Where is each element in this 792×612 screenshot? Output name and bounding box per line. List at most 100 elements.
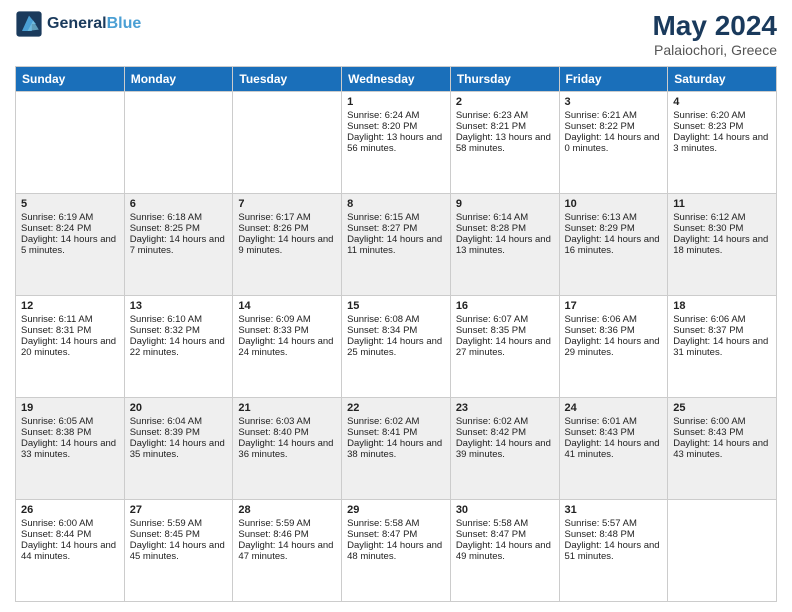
logo-icon [15,10,43,38]
sunset-text: Sunset: 8:39 PM [130,427,200,438]
calendar-week-row: 12 Sunrise: 6:11 AM Sunset: 8:31 PM Dayl… [16,296,777,398]
calendar-day-cell: 29 Sunrise: 5:58 AM Sunset: 8:47 PM Dayl… [342,500,451,602]
calendar-day-cell: 1 Sunrise: 6:24 AM Sunset: 8:20 PM Dayli… [342,92,451,194]
sunset-text: Sunset: 8:31 PM [21,325,91,336]
daylight-text: Daylight: 14 hours and 44 minutes. [21,540,116,562]
col-wednesday: Wednesday [342,67,451,92]
location: Palaiochori, Greece [652,42,777,58]
sunset-text: Sunset: 8:34 PM [347,325,417,336]
sunrise-text: Sunrise: 5:59 AM [130,518,202,529]
day-number: 25 [673,402,771,414]
sunrise-text: Sunrise: 6:12 AM [673,212,745,223]
day-number: 18 [673,300,771,312]
calendar-day-cell: 15 Sunrise: 6:08 AM Sunset: 8:34 PM Dayl… [342,296,451,398]
daylight-text: Daylight: 14 hours and 18 minutes. [673,234,768,256]
logo-text: GeneralBlue [47,15,141,33]
day-number: 16 [456,300,554,312]
logo: GeneralBlue [15,10,141,38]
calendar-day-cell: 6 Sunrise: 6:18 AM Sunset: 8:25 PM Dayli… [124,194,233,296]
sunrise-text: Sunrise: 5:57 AM [565,518,637,529]
sunset-text: Sunset: 8:33 PM [238,325,308,336]
day-number: 24 [565,402,663,414]
col-sunday: Sunday [16,67,125,92]
calendar-day-cell: 11 Sunrise: 6:12 AM Sunset: 8:30 PM Dayl… [668,194,777,296]
logo-blue: Blue [107,15,142,32]
daylight-text: Daylight: 14 hours and 38 minutes. [347,438,442,460]
calendar-day-cell: 23 Sunrise: 6:02 AM Sunset: 8:42 PM Dayl… [450,398,559,500]
calendar-day-cell: 9 Sunrise: 6:14 AM Sunset: 8:28 PM Dayli… [450,194,559,296]
sunset-text: Sunset: 8:43 PM [565,427,635,438]
sunset-text: Sunset: 8:41 PM [347,427,417,438]
day-number: 4 [673,96,771,108]
col-tuesday: Tuesday [233,67,342,92]
sunset-text: Sunset: 8:46 PM [238,529,308,540]
sunrise-text: Sunrise: 6:01 AM [565,416,637,427]
day-number: 23 [456,402,554,414]
day-number: 20 [130,402,228,414]
daylight-text: Daylight: 14 hours and 43 minutes. [673,438,768,460]
col-thursday: Thursday [450,67,559,92]
page: GeneralBlue May 2024 Palaiochori, Greece… [0,0,792,612]
day-number: 9 [456,198,554,210]
daylight-text: Daylight: 14 hours and 36 minutes. [238,438,333,460]
day-number: 12 [21,300,119,312]
daylight-text: Daylight: 14 hours and 13 minutes. [456,234,551,256]
sunrise-text: Sunrise: 6:00 AM [673,416,745,427]
sunset-text: Sunset: 8:47 PM [347,529,417,540]
logo-general: General [47,15,107,32]
calendar-day-cell: 19 Sunrise: 6:05 AM Sunset: 8:38 PM Dayl… [16,398,125,500]
sunset-text: Sunset: 8:29 PM [565,223,635,234]
sunrise-text: Sunrise: 6:15 AM [347,212,419,223]
daylight-text: Daylight: 14 hours and 29 minutes. [565,336,660,358]
sunset-text: Sunset: 8:27 PM [347,223,417,234]
day-number: 22 [347,402,445,414]
calendar-day-cell: 7 Sunrise: 6:17 AM Sunset: 8:26 PM Dayli… [233,194,342,296]
sunset-text: Sunset: 8:32 PM [130,325,200,336]
daylight-text: Daylight: 14 hours and 11 minutes. [347,234,442,256]
day-number: 17 [565,300,663,312]
calendar-week-row: 19 Sunrise: 6:05 AM Sunset: 8:38 PM Dayl… [16,398,777,500]
calendar-day-cell [233,92,342,194]
day-number: 27 [130,504,228,516]
daylight-text: Daylight: 14 hours and 16 minutes. [565,234,660,256]
daylight-text: Daylight: 14 hours and 7 minutes. [130,234,225,256]
day-number: 30 [456,504,554,516]
sunset-text: Sunset: 8:25 PM [130,223,200,234]
daylight-text: Daylight: 14 hours and 39 minutes. [456,438,551,460]
day-number: 1 [347,96,445,108]
daylight-text: Daylight: 14 hours and 48 minutes. [347,540,442,562]
sunset-text: Sunset: 8:42 PM [456,427,526,438]
sunset-text: Sunset: 8:22 PM [565,121,635,132]
col-saturday: Saturday [668,67,777,92]
daylight-text: Daylight: 14 hours and 22 minutes. [130,336,225,358]
sunrise-text: Sunrise: 5:59 AM [238,518,310,529]
sunrise-text: Sunrise: 6:17 AM [238,212,310,223]
day-number: 7 [238,198,336,210]
calendar-week-row: 5 Sunrise: 6:19 AM Sunset: 8:24 PM Dayli… [16,194,777,296]
day-number: 2 [456,96,554,108]
sunset-text: Sunset: 8:45 PM [130,529,200,540]
daylight-text: Daylight: 14 hours and 47 minutes. [238,540,333,562]
sunset-text: Sunset: 8:35 PM [456,325,526,336]
title-block: May 2024 Palaiochori, Greece [652,10,777,58]
sunset-text: Sunset: 8:28 PM [456,223,526,234]
daylight-text: Daylight: 13 hours and 58 minutes. [456,132,551,154]
calendar-day-cell: 27 Sunrise: 5:59 AM Sunset: 8:45 PM Dayl… [124,500,233,602]
sunrise-text: Sunrise: 6:02 AM [347,416,419,427]
calendar-day-cell: 30 Sunrise: 5:58 AM Sunset: 8:47 PM Dayl… [450,500,559,602]
sunrise-text: Sunrise: 6:04 AM [130,416,202,427]
calendar-day-cell: 17 Sunrise: 6:06 AM Sunset: 8:36 PM Dayl… [559,296,668,398]
daylight-text: Daylight: 14 hours and 9 minutes. [238,234,333,256]
calendar-day-cell: 26 Sunrise: 6:00 AM Sunset: 8:44 PM Dayl… [16,500,125,602]
calendar-day-cell: 12 Sunrise: 6:11 AM Sunset: 8:31 PM Dayl… [16,296,125,398]
daylight-text: Daylight: 14 hours and 51 minutes. [565,540,660,562]
calendar-day-cell: 3 Sunrise: 6:21 AM Sunset: 8:22 PM Dayli… [559,92,668,194]
sunset-text: Sunset: 8:43 PM [673,427,743,438]
calendar-day-cell: 2 Sunrise: 6:23 AM Sunset: 8:21 PM Dayli… [450,92,559,194]
day-number: 15 [347,300,445,312]
calendar-day-cell: 8 Sunrise: 6:15 AM Sunset: 8:27 PM Dayli… [342,194,451,296]
calendar-day-cell: 10 Sunrise: 6:13 AM Sunset: 8:29 PM Dayl… [559,194,668,296]
sunset-text: Sunset: 8:21 PM [456,121,526,132]
sunrise-text: Sunrise: 6:10 AM [130,314,202,325]
calendar-week-row: 26 Sunrise: 6:00 AM Sunset: 8:44 PM Dayl… [16,500,777,602]
